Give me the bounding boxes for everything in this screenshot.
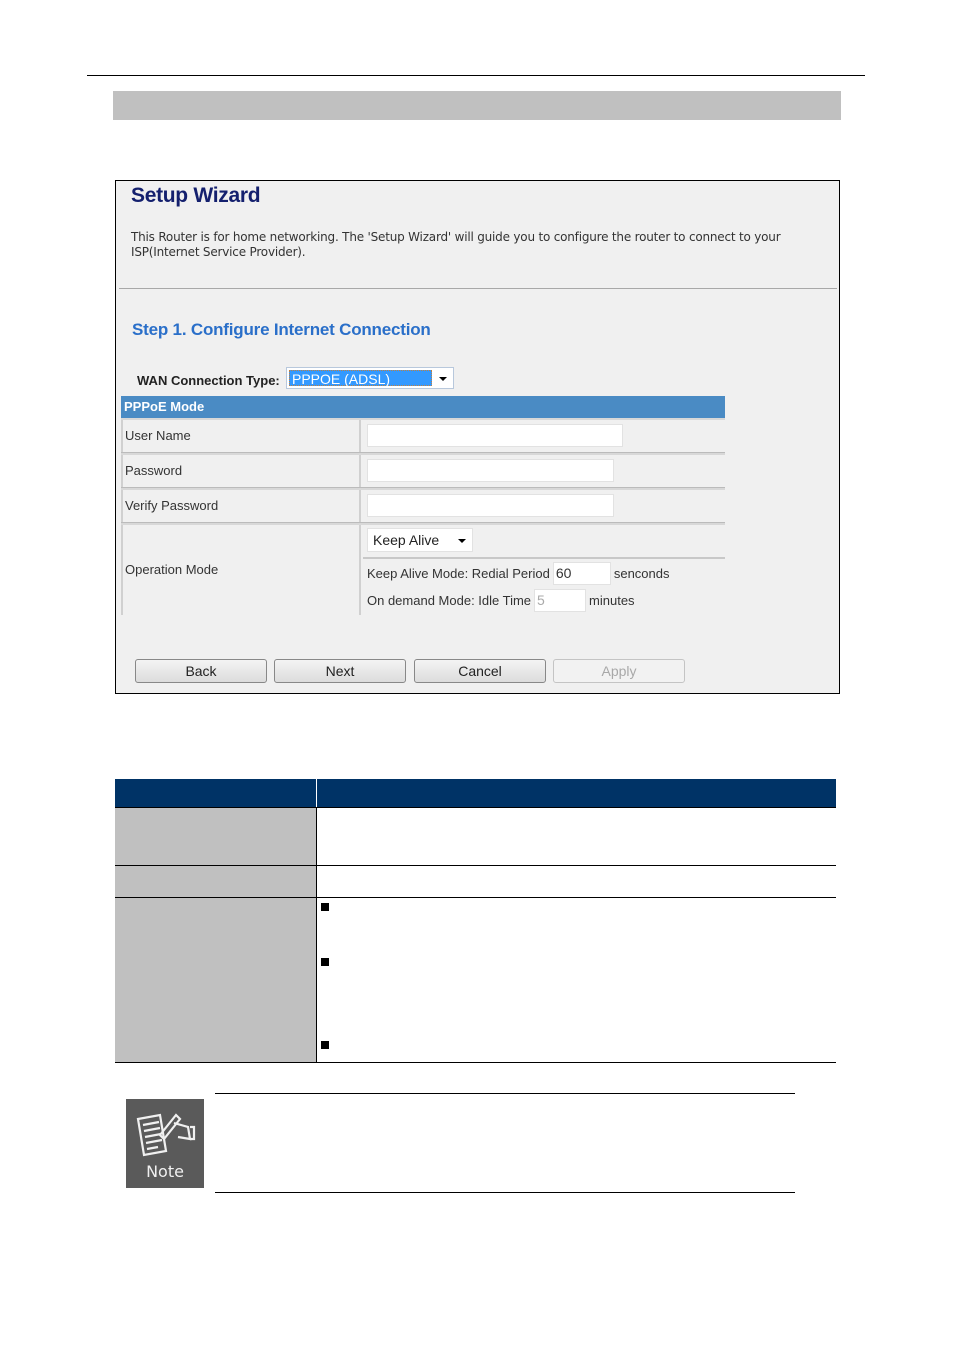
object-cell	[115, 866, 317, 897]
table-row	[115, 897, 836, 1062]
header-divider	[316, 779, 317, 807]
next-button[interactable]: Next	[274, 659, 406, 683]
on-demand-line: On demand Mode: Idle Time 5 minutes	[367, 589, 635, 612]
on-demand-label: On demand Mode: Idle Time	[367, 593, 532, 608]
verify-password-row: Verify Password	[121, 488, 725, 523]
wizard-title: Setup Wizard	[131, 184, 261, 207]
parameter-table-header	[115, 779, 836, 807]
keep-alive-label: Keep Alive Mode: Redial Period	[367, 566, 550, 581]
table-bottom-rule	[115, 1062, 836, 1063]
note-bottom-rule	[215, 1192, 795, 1193]
object-cell	[115, 808, 317, 865]
user-name-label: User Name	[121, 420, 361, 452]
redial-period-unit: senconds	[613, 566, 670, 581]
pppoe-mode-header: PPPoE Mode	[121, 396, 725, 418]
idle-time-unit: minutes	[589, 593, 635, 608]
step-title: Step 1. Configure Internet Connection	[132, 320, 431, 339]
object-cell	[115, 898, 317, 1062]
setup-wizard-screenshot: Setup Wizard This Router is for home net…	[115, 180, 840, 694]
idle-time-input[interactable]: 5	[534, 589, 587, 612]
chevron-down-icon	[439, 377, 447, 381]
note-label: Note	[146, 1162, 184, 1181]
user-name-input[interactable]	[367, 424, 623, 447]
password-input[interactable]	[367, 459, 614, 482]
wan-connection-type-value: PPPOE (ADSL)	[289, 370, 432, 387]
wan-connection-type-label: WAN Connection Type:	[137, 373, 280, 388]
table-row	[115, 865, 836, 897]
cancel-button[interactable]: Cancel	[414, 659, 546, 683]
back-button[interactable]: Back	[135, 659, 267, 683]
page-header-rule	[87, 75, 865, 76]
password-label: Password	[121, 455, 361, 487]
operation-mode-select-cell: Keep Alive	[363, 525, 725, 559]
section-heading-bar	[113, 91, 841, 120]
note-icon: Note	[126, 1099, 204, 1188]
bullet-icon	[321, 1041, 329, 1049]
redial-period-input[interactable]: 60	[552, 562, 611, 585]
notepad-pen-icon	[136, 1113, 196, 1157]
wizard-separator	[119, 288, 837, 289]
pppoe-mode-table: PPPoE Mode User Name Password Verify Pas…	[121, 396, 725, 615]
bullet-icon	[321, 903, 329, 911]
verify-password-label: Verify Password	[121, 490, 361, 522]
note-top-rule	[215, 1093, 795, 1094]
keep-alive-line: Keep Alive Mode: Redial Period 60 senconds	[367, 562, 670, 585]
wan-connection-type-select[interactable]: PPPOE (ADSL)	[286, 367, 454, 389]
wizard-description: This Router is for home networking. The …	[131, 230, 781, 259]
operation-mode-value: Keep Alive	[373, 532, 440, 548]
apply-button[interactable]: Apply	[553, 659, 685, 683]
operation-mode-row: Operation Mode Keep Alive Keep Alive Mod…	[121, 523, 725, 615]
table-row	[115, 807, 836, 865]
chevron-down-icon	[458, 539, 466, 543]
user-name-row: User Name	[121, 418, 725, 453]
operation-mode-label: Operation Mode	[121, 525, 361, 615]
verify-password-input[interactable]	[367, 494, 614, 517]
bullet-icon	[321, 958, 329, 966]
parameter-table	[115, 779, 836, 1063]
password-row: Password	[121, 453, 725, 488]
operation-mode-select[interactable]: Keep Alive	[367, 528, 473, 552]
